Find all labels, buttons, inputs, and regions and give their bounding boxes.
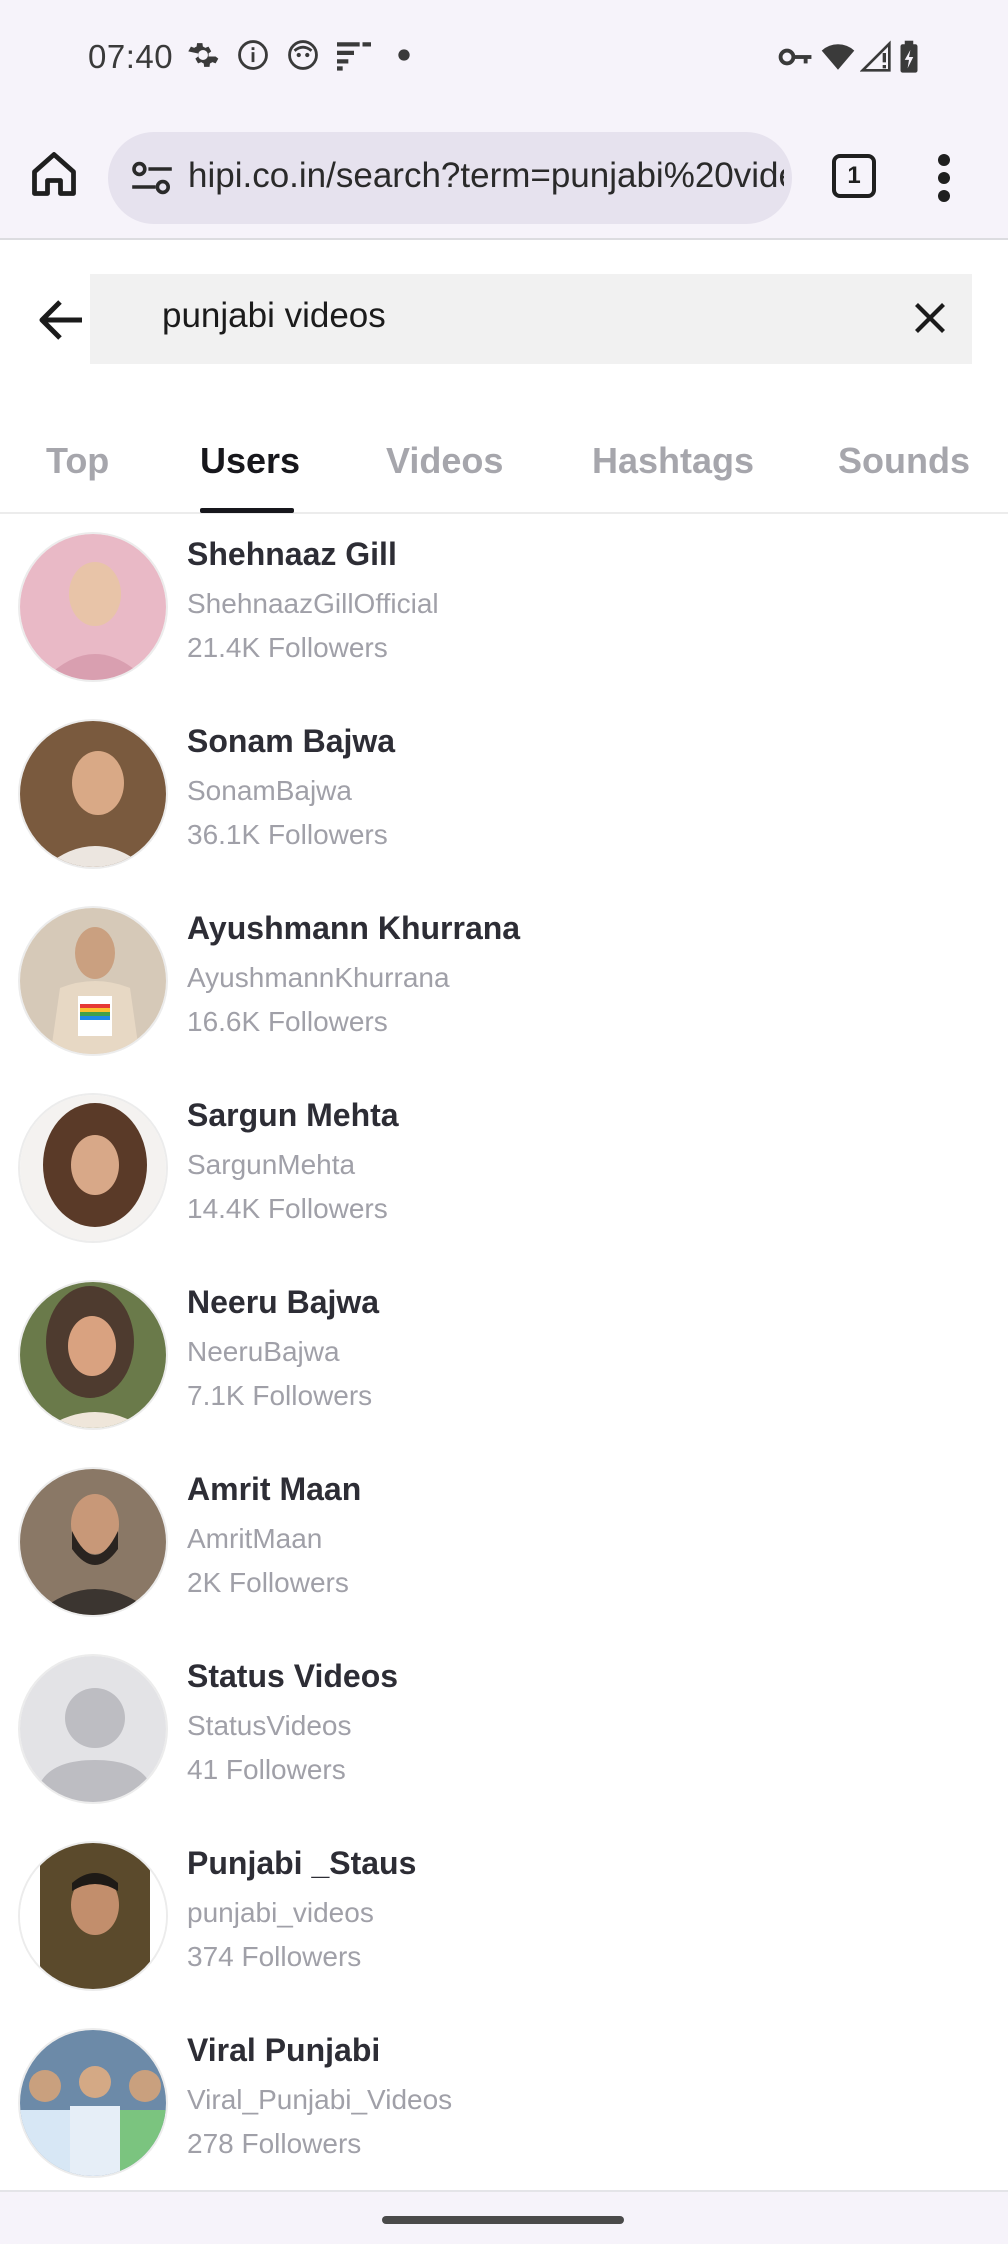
search-box [90,274,972,364]
home-gesture-handle[interactable] [382,2216,624,2224]
avatar[interactable] [18,532,168,682]
list-item[interactable]: Punjabi _Staus punjabi_videos 374 Follow… [0,1841,1008,2027]
browser-toolbar: hipi.co.in/search?term=punjabi%20videos … [0,116,1008,240]
follower-count: 14.4K Followers [187,1193,388,1224]
follower-count: 2K Followers [187,1567,349,1598]
user-name[interactable]: Status Videos [187,1658,398,1695]
settings-icon [188,43,219,67]
list-item[interactable]: Sonam Bajwa SonamBajwa 36.1K Followers [0,719,1008,905]
follower-count: 278 Followers [187,2128,362,2159]
more-menu-icon[interactable] [924,152,964,204]
follower-count: 7.1K Followers [187,1380,373,1411]
list-item[interactable]: Shehnaaz Gill ShehnaazGillOfficial 21.4K… [0,532,1008,718]
tab-hashtags[interactable]: Hashtags [592,440,754,482]
user-name[interactable]: Punjabi _Staus [187,1845,416,1882]
avatar[interactable] [18,1093,168,1243]
user-handle: SargunMehta [187,1149,356,1180]
avatar[interactable] [18,1467,168,1617]
status-time: 07:40 [88,38,174,75]
avatar[interactable] [18,1841,168,1991]
tab-users[interactable]: Users [200,440,300,482]
follower-count: 374 Followers [187,1941,362,1972]
info-icon [238,40,268,70]
search-input[interactable] [162,296,862,336]
user-name[interactable]: Sargun Mehta [187,1097,399,1134]
user-name[interactable]: Sonam Bajwa [187,723,395,760]
user-handle: NeeruBajwa [187,1336,340,1367]
user-handle: SonamBajwa [187,775,352,806]
list-item[interactable]: Status Videos StatusVideos 41 Followers [0,1654,1008,1840]
user-handle: Viral_Punjabi_Videos [187,2084,453,2115]
user-handle: StatusVideos [187,1710,352,1741]
list-item[interactable]: Sargun Mehta SargunMehta 14.4K Followers [0,1093,1008,1279]
status-bar: 07:40 [0,0,1008,116]
user-handle: AyushmannKhurrana [187,962,450,993]
vpn-key-icon [778,48,812,66]
follower-count: 36.1K Followers [187,819,388,850]
list-item[interactable]: Neeru Bajwa NeeruBajwa 7.1K Followers [0,1280,1008,1466]
site-settings-icon[interactable] [130,160,174,196]
cast-icon [337,42,371,71]
avatar[interactable] [18,719,168,869]
home-icon[interactable] [28,148,80,200]
user-name[interactable]: Viral Punjabi [187,2032,380,2069]
signal-icon [860,40,891,72]
list-item[interactable]: Amrit Maan AmritMaan 2K Followers [0,1467,1008,1653]
active-tab-indicator [200,508,294,513]
address-bar[interactable]: hipi.co.in/search?term=punjabi%20videos [108,132,792,224]
dot-icon [398,49,410,61]
gesture-nav-bar [0,2190,1008,2244]
url-text[interactable]: hipi.co.in/search?term=punjabi%20videos [188,156,784,196]
user-handle: punjabi_videos [187,1897,374,1928]
user-name[interactable]: Neeru Bajwa [187,1284,379,1321]
avatar[interactable] [18,1654,168,1804]
wifi-icon [821,44,855,70]
list-item[interactable]: Ayushmann Khurrana AyushmannKhurrana 16.… [0,906,1008,1092]
battery-icon [900,40,918,73]
follower-count: 16.6K Followers [187,1006,388,1037]
tab-videos[interactable]: Videos [386,440,503,482]
user-name[interactable]: Amrit Maan [187,1471,361,1508]
user-name[interactable]: Shehnaaz Gill [187,536,397,573]
search-tabs: Top Users Videos Hashtags Sounds [0,420,1008,514]
avatar[interactable] [18,906,168,1056]
follower-count: 41 Followers [187,1754,346,1785]
tab-sounds[interactable]: Sounds [838,440,970,482]
avatar[interactable] [18,1280,168,1430]
user-name[interactable]: Ayushmann Khurrana [187,910,520,947]
user-handle: ShehnaazGillOfficial [187,588,439,619]
app-notification-icon [288,40,318,70]
avatar[interactable] [18,2028,168,2178]
user-handle: AmritMaan [187,1523,323,1554]
list-item[interactable]: Viral Punjabi Viral_Punjabi_Videos 278 F… [0,2028,1008,2214]
clear-search-icon[interactable] [912,300,948,336]
tab-top[interactable]: Top [46,440,109,482]
follower-count: 21.4K Followers [187,632,388,663]
tab-switcher-button[interactable]: 1 [832,154,876,198]
back-arrow-icon[interactable] [38,298,86,342]
